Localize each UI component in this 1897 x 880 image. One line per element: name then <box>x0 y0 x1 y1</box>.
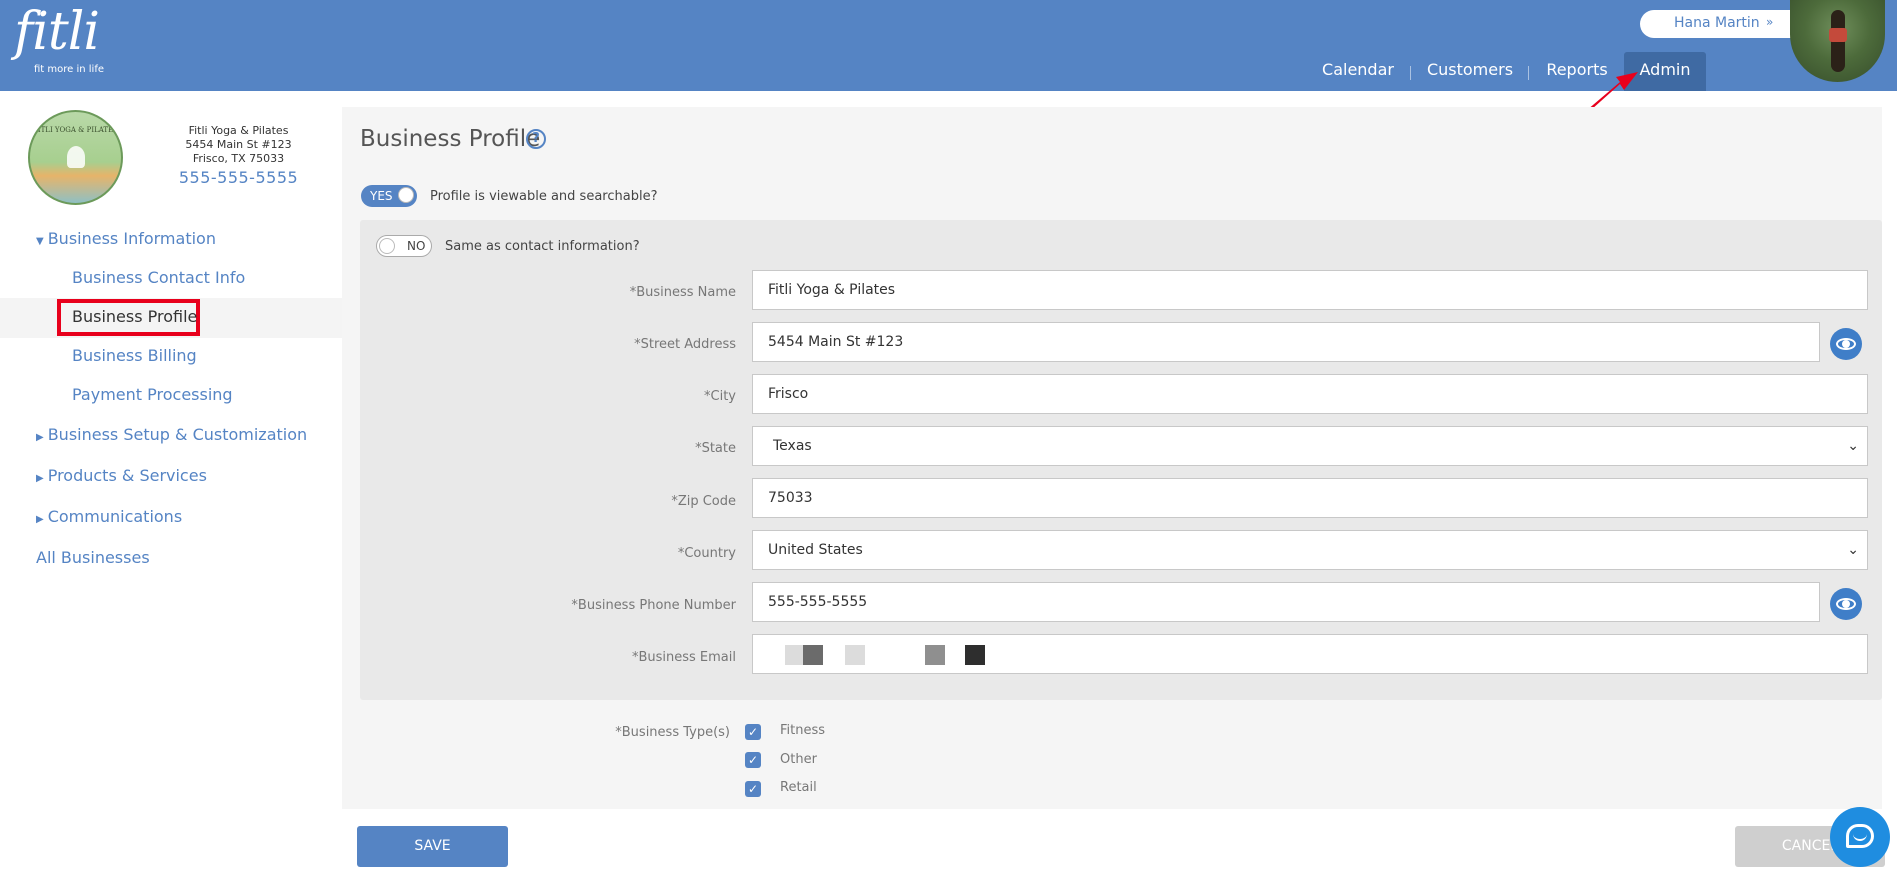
country-label: *Country <box>677 546 736 561</box>
help-icon[interactable]: ? <box>526 129 546 149</box>
redacted-block <box>845 645 865 665</box>
street-address-label: *Street Address <box>634 337 736 352</box>
sidebar-section-products-services[interactable]: ▶ Products & Services <box>36 466 207 485</box>
nav-divider <box>1410 66 1411 80</box>
nav-divider <box>1528 66 1529 80</box>
sidebar-section-label: Business Setup & Customization <box>47 425 308 444</box>
eye-pupil <box>1842 340 1850 348</box>
same-contact-toggle-label: Same as contact information? <box>445 239 640 254</box>
caret-down-icon: ▼ <box>36 236 44 247</box>
business-phone-label: *Business Phone Number <box>571 598 736 613</box>
sidebar-item-business-contact-info[interactable]: Business Contact Info <box>72 268 245 287</box>
business-summary-name: Fitli Yoga & Pilates <box>188 124 289 137</box>
zip-code-input[interactable]: 75033 <box>752 478 1868 518</box>
viewable-toggle-label: Profile is viewable and searchable? <box>430 189 658 204</box>
action-bar <box>342 809 1897 880</box>
sidebar-item-all-businesses[interactable]: All Businesses <box>36 548 150 567</box>
sidebar-section-label: Communications <box>47 507 183 526</box>
chevron-down-icon: » <box>1766 15 1774 29</box>
business-summary-address1: 5454 Main St #123 <box>185 138 292 151</box>
country-select-value: United States <box>768 542 863 558</box>
viewable-toggle[interactable]: YES <box>361 185 417 207</box>
sidebar-item-payment-processing[interactable]: Payment Processing <box>72 385 233 404</box>
logo-wordmark: fitli <box>14 2 100 62</box>
sidebar-item-business-profile[interactable]: Business Profile <box>72 307 197 326</box>
checkbox-other[interactable]: ✓ <box>745 752 761 768</box>
state-select-value: Texas <box>773 438 812 454</box>
business-logo: FITLI YOGA & PILATES <box>28 110 123 205</box>
user-menu[interactable]: Hana Martin » <box>1640 10 1810 38</box>
business-email-label: *Business Email <box>631 650 736 665</box>
caret-right-icon: ▶ <box>36 514 44 525</box>
business-email-input[interactable] <box>752 634 1868 674</box>
avatar[interactable] <box>1790 0 1885 82</box>
business-phone-input[interactable]: 555-555-5555 <box>752 582 1820 622</box>
sidebar-section-label: Business Information <box>47 229 216 248</box>
toggle-knob <box>398 187 414 203</box>
checkbox-fitness[interactable]: ✓ <box>745 724 761 740</box>
business-summary-phone: 555-555-5555 <box>178 168 299 187</box>
nav-customers[interactable]: Customers <box>1424 52 1516 91</box>
sidebar-item-business-billing[interactable]: Business Billing <box>72 346 197 365</box>
caret-right-icon: ▶ <box>36 432 44 443</box>
business-types-label: *Business Type(s) <box>615 725 730 740</box>
logo-tagline: fit more in life <box>34 64 105 75</box>
zip-code-label: *Zip Code <box>671 494 736 509</box>
redacted-block <box>965 645 985 665</box>
chevron-down-icon: ⌄ <box>1847 438 1859 454</box>
business-summary: Fitli Yoga & Pilates 5454 Main St #123 F… <box>170 124 307 166</box>
redacted-block <box>803 645 823 665</box>
chat-button[interactable] <box>1830 807 1890 867</box>
city-label: *City <box>704 389 736 404</box>
state-select[interactable]: Texas ⌄ <box>752 426 1868 466</box>
state-label: *State <box>695 441 736 456</box>
city-input[interactable]: Frisco <box>752 374 1868 414</box>
business-name-input[interactable]: Fitli Yoga & Pilates <box>752 270 1868 310</box>
business-summary-address2: Frisco, TX 75033 <box>192 152 285 165</box>
redacted-block <box>785 645 803 665</box>
checkbox-other-label: Other <box>780 752 817 767</box>
avatar-clothing <box>1829 28 1847 42</box>
street-visibility-button[interactable] <box>1830 328 1862 360</box>
checkbox-retail-label: Retail <box>780 780 817 795</box>
checkbox-retail[interactable]: ✓ <box>745 781 761 797</box>
checkbox-fitness-label: Fitness <box>780 723 826 738</box>
user-name: Hana Martin <box>1674 15 1760 31</box>
sidebar-section-business-setup[interactable]: ▶ Business Setup & Customization <box>36 425 307 444</box>
sidebar-section-label: Products & Services <box>47 466 207 485</box>
sidebar-section-business-information[interactable]: ▼ Business Information <box>36 229 216 248</box>
save-button[interactable]: SAVE <box>357 826 508 867</box>
phone-visibility-button[interactable] <box>1830 588 1862 620</box>
nav-calendar[interactable]: Calendar <box>1318 52 1398 91</box>
country-select[interactable]: United States ⌄ <box>752 530 1868 570</box>
chevron-down-icon: ⌄ <box>1847 542 1859 558</box>
same-contact-toggle[interactable]: NO <box>376 235 432 257</box>
street-address-input[interactable]: 5454 Main St #123 <box>752 322 1820 362</box>
eye-pupil <box>1842 600 1850 608</box>
business-name-label: *Business Name <box>629 285 736 300</box>
sidebar-section-communications[interactable]: ▶ Communications <box>36 507 182 526</box>
caret-right-icon: ▶ <box>36 473 44 484</box>
toggle-state: YES <box>370 189 393 203</box>
yoga-figure-icon <box>67 146 85 168</box>
redacted-block <box>925 645 945 665</box>
page-title: Business Profile <box>360 126 541 152</box>
fitli-logo[interactable]: fitli fit more in life <box>14 2 104 75</box>
toggle-knob <box>379 238 395 254</box>
toggle-state: NO <box>407 239 426 253</box>
business-logo-text: FITLI YOGA & PILATES <box>33 126 118 134</box>
